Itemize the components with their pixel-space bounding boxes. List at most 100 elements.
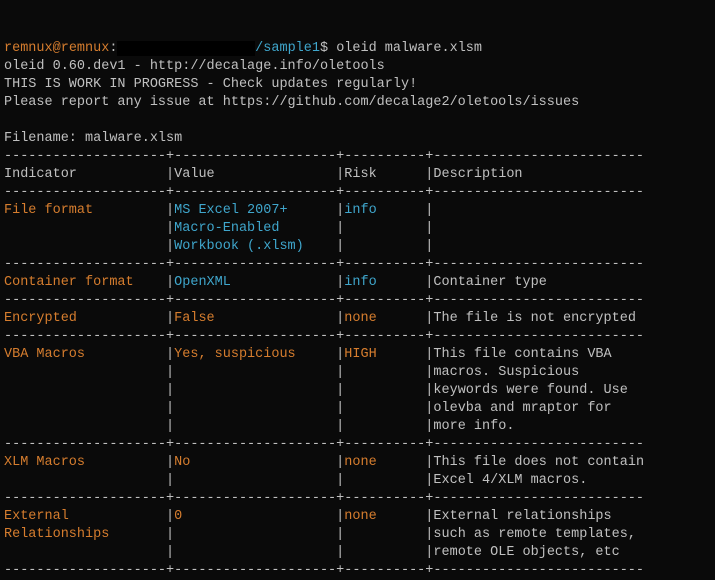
pipe: |: [336, 545, 344, 560]
row-encrypted-risk: none: [344, 311, 425, 326]
row-cont: [4, 473, 166, 488]
pipe: |: [166, 365, 174, 380]
row-cont: [344, 473, 425, 488]
row-xlm-risk: none: [344, 455, 425, 470]
row-cont: olevba and mraptor for: [433, 401, 644, 416]
pipe: |: [166, 239, 174, 254]
row-container-risk: info: [344, 275, 425, 290]
pipe: |: [166, 401, 174, 416]
prompt-host: remnux: [61, 41, 110, 56]
row-cont: [344, 545, 425, 560]
pipe: |: [166, 473, 174, 488]
row-cont: [4, 239, 166, 254]
row-cont: [344, 419, 425, 434]
row-cont: [344, 401, 425, 416]
row-cont: [344, 527, 425, 542]
row-file-format-risk: info: [344, 203, 425, 218]
row-container-value: OpenXML: [174, 275, 336, 290]
row-cont: Workbook (.xlsm): [174, 239, 336, 254]
row-cont: [344, 383, 425, 398]
separator-line: --------------------+-------------------…: [4, 437, 644, 452]
row-file-format-indicator: File format: [4, 203, 166, 218]
row-xlm-indicator: XLM Macros: [4, 455, 166, 470]
pipe: |: [166, 311, 174, 326]
row-cont: [344, 221, 425, 236]
command-text: oleid malware.xlsm: [336, 41, 482, 56]
banner-line-3: Please report any issue at https://githu…: [4, 95, 579, 110]
separator-line: --------------------+-------------------…: [4, 257, 644, 272]
separator-line: --------------------+-------------------…: [4, 329, 644, 344]
row-cont: macros. Suspicious: [433, 365, 644, 380]
row-vba-value: Yes, suspicious: [174, 347, 336, 362]
col-risk: Risk: [344, 167, 425, 182]
row-vba-desc: This file contains VBA: [433, 347, 644, 362]
prompt-user: remnux: [4, 41, 53, 56]
row-cont: [174, 401, 336, 416]
row-external-indicator-2: Relationships: [4, 527, 166, 542]
row-external-indicator: External: [4, 509, 166, 524]
row-vba-risk: HIGH: [344, 347, 425, 362]
row-external-value: 0: [174, 509, 336, 524]
separator-line: --------------------+-------------------…: [4, 491, 644, 506]
row-external-desc: External relationships: [433, 509, 644, 524]
row-vba-indicator: VBA Macros: [4, 347, 166, 362]
pipe: |: [166, 509, 174, 524]
pipe: |: [166, 221, 174, 236]
row-cont: [174, 419, 336, 434]
row-cont: Macro-Enabled: [174, 221, 336, 236]
separator-line: --------------------+-------------------…: [4, 563, 644, 578]
row-cont: [174, 545, 336, 560]
row-cont: [344, 239, 425, 254]
filename-line: Filename: malware.xlsm: [4, 131, 182, 146]
row-cont: [4, 221, 166, 236]
row-encrypted-indicator: Encrypted: [4, 311, 166, 326]
row-cont: such as remote templates,: [433, 527, 644, 542]
row-encrypted-value: False: [174, 311, 336, 326]
col-value: Value: [174, 167, 336, 182]
pipe: |: [166, 455, 174, 470]
pipe: |: [166, 275, 174, 290]
pipe: |: [425, 545, 433, 560]
separator-line: --------------------+-------------------…: [4, 185, 644, 200]
banner-line-2: THIS IS WORK IN PROGRESS - Check updates…: [4, 77, 417, 92]
row-cont: [433, 221, 644, 236]
row-encrypted-desc: The file is not encrypted: [433, 311, 644, 326]
separator-line: --------------------+-------------------…: [4, 293, 644, 308]
pipe: |: [166, 203, 174, 218]
row-cont: [4, 401, 166, 416]
row-container-desc: Container type: [433, 275, 644, 290]
pipe: |: [166, 527, 174, 542]
row-external-risk: none: [344, 509, 425, 524]
redacted-path: [117, 41, 255, 56]
pipe: |: [166, 545, 174, 560]
row-cont: [433, 239, 644, 254]
prompt-at: @: [53, 41, 61, 56]
terminal-output: remnux@remnux: /sample1$ oleid malware.x…: [4, 41, 644, 578]
separator-line: --------------------+-------------------…: [4, 149, 644, 164]
row-cont: Excel 4/XLM macros.: [433, 473, 644, 488]
row-cont: remote OLE objects, etc: [433, 545, 644, 560]
row-cont: [4, 419, 166, 434]
row-cont: [174, 527, 336, 542]
row-container-indicator: Container format: [4, 275, 166, 290]
row-cont: [4, 383, 166, 398]
row-xlm-desc: This file does not contain: [433, 455, 644, 470]
pipe: |: [166, 347, 174, 362]
col-description: Description: [433, 167, 522, 182]
prompt-dollar: $: [320, 41, 336, 56]
row-file-format-desc: [433, 203, 644, 218]
prompt-path: /sample1: [255, 41, 320, 56]
banner-line-1: oleid 0.60.dev1 - http://decalage.info/o…: [4, 59, 385, 74]
row-cont: [174, 383, 336, 398]
row-cont: more info.: [433, 419, 644, 434]
row-cont: keywords were found. Use: [433, 383, 644, 398]
row-cont: [174, 365, 336, 380]
row-xlm-value: No: [174, 455, 336, 470]
row-cont: [344, 365, 425, 380]
row-cont: [4, 545, 166, 560]
row-cont: [174, 473, 336, 488]
row-cont: [4, 365, 166, 380]
pipe: |: [166, 419, 174, 434]
row-file-format-value: MS Excel 2007+: [174, 203, 336, 218]
pipe: |: [166, 383, 174, 398]
